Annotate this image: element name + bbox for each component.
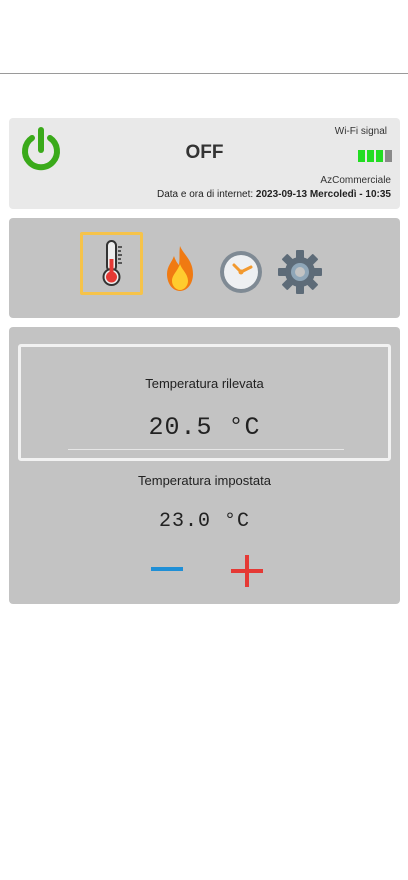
gear-icon <box>278 250 322 294</box>
minus-icon <box>151 567 183 571</box>
nav-heating-button[interactable] <box>159 244 201 294</box>
wifi-bar <box>376 150 383 162</box>
network-name: AzCommerciale <box>320 175 391 186</box>
thermometer-icon <box>102 240 122 286</box>
wifi-signal-indicator <box>358 150 392 162</box>
increase-temperature-button[interactable] <box>229 554 265 588</box>
temperature-panel: Temperatura rilevata 20.5 °C Temperatura… <box>9 327 400 604</box>
nav-settings-button[interactable] <box>276 248 324 296</box>
set-temperature-label: Temperatura impostata <box>138 473 271 488</box>
wifi-bar <box>358 150 365 162</box>
wifi-signal-label: Wi-Fi signal <box>334 126 387 137</box>
header-divider <box>0 73 408 74</box>
plus-icon <box>231 555 263 587</box>
datetime-label: Data e ora di internet: <box>156 189 254 200</box>
datetime-value: 2023-09-13 Mercoledì - 10:35 <box>255 189 391 200</box>
measured-temperature-box: Temperatura rilevata 20.5 °C <box>18 344 391 461</box>
nav-panel <box>9 218 400 318</box>
decrease-temperature-button[interactable] <box>149 554 185 584</box>
wifi-bar <box>385 150 392 162</box>
status-panel: OFF Wi-Fi signal AzCommerciale Data e or… <box>9 118 400 209</box>
measured-temperature-label: Temperatura rilevata <box>145 376 264 391</box>
nav-schedule-button[interactable] <box>217 248 265 296</box>
power-state-text: OFF <box>185 142 224 163</box>
clock-icon <box>220 251 262 293</box>
measured-underline <box>68 449 344 450</box>
nav-temperature-button[interactable] <box>80 232 143 295</box>
wifi-bar <box>367 150 374 162</box>
internet-datetime: Data e ora di internet: 2023-09-13 Merco… <box>157 189 391 200</box>
measured-temperature-value: 20.5 °C <box>148 413 261 442</box>
flame-icon <box>167 246 193 291</box>
set-temperature-value: 23.0 °C <box>158 510 250 533</box>
